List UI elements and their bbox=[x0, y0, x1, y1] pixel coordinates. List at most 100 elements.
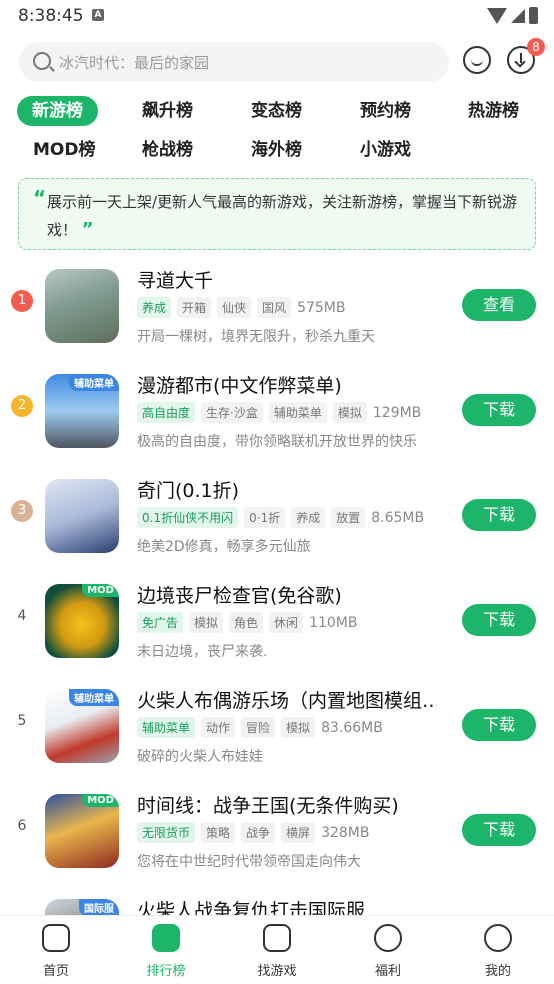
game-icon[interactable]: MOD bbox=[45, 584, 119, 658]
tab-new[interactable]: 新游榜 bbox=[17, 96, 98, 126]
game-tag: 无限货币 bbox=[137, 822, 196, 843]
game-tag: 辅助菜单 bbox=[137, 717, 196, 738]
nav-home[interactable]: 首页 bbox=[21, 924, 91, 979]
game-size: 129MB bbox=[372, 404, 422, 421]
game-title[interactable]: 边境丧尸检查官(免谷歌) bbox=[137, 581, 342, 608]
download-button[interactable]: 下载 bbox=[462, 499, 536, 531]
download-count-badge: 8 bbox=[527, 38, 545, 56]
tab-mini-games[interactable]: 小游戏 bbox=[360, 135, 411, 165]
download-button[interactable]: 下载 bbox=[462, 394, 536, 426]
nav-welfare[interactable]: 福利 bbox=[353, 924, 423, 979]
game-row[interactable]: 4 MOD 边境丧尸检查官(免谷歌) 免广告 模拟 角色 休闲 110MB 末日… bbox=[0, 575, 554, 679]
game-tag: 策略 bbox=[201, 822, 236, 843]
game-tag: 辅助菜单 bbox=[268, 402, 327, 423]
game-icon[interactable] bbox=[45, 269, 119, 343]
game-title[interactable]: 火柴人布偶游乐场（内置地图模组… bbox=[137, 686, 437, 713]
status-time: 8:38:45 bbox=[18, 6, 84, 26]
game-title[interactable]: 时间线：战争王国(无条件购买) bbox=[137, 791, 399, 818]
bottom-navigation: 首页 排行榜 找游戏 福利 我的 bbox=[0, 915, 554, 984]
open-quote-icon: “ bbox=[33, 186, 47, 210]
view-button[interactable]: 查看 bbox=[462, 289, 536, 321]
game-description: 绝美2D修真，畅享多元仙旅 bbox=[137, 539, 311, 555]
nav-label: 排行榜 bbox=[146, 964, 186, 979]
download-button[interactable]: 下载 bbox=[462, 709, 536, 741]
game-description: 开局一棵树，境界无限升，秒杀九重天 bbox=[137, 329, 375, 345]
game-tag: 战争 bbox=[241, 822, 276, 843]
game-description: 极高的自由度，带你领略联机开放世界的快乐 bbox=[137, 434, 417, 450]
game-row[interactable]: 1 寻道大千 养成 开箱 仙侠 国风 575MB 开局一棵树，境界无限升，秒杀九… bbox=[0, 260, 554, 364]
game-tag: 养成 bbox=[291, 507, 326, 528]
profile-icon bbox=[484, 924, 512, 952]
game-tag: 放置 bbox=[331, 507, 366, 528]
download-button[interactable]: 下载 bbox=[462, 604, 536, 636]
tab-hot[interactable]: 热游榜 bbox=[468, 96, 519, 126]
game-tag: 养成 bbox=[137, 297, 172, 318]
rank-badge: 2 bbox=[11, 395, 33, 417]
corner-label: 辅助菜单 bbox=[69, 374, 119, 391]
notification-a-icon: A bbox=[92, 9, 104, 21]
game-tag: 冒险 bbox=[241, 717, 276, 738]
game-tag: 仙侠 bbox=[217, 297, 252, 318]
game-size: 110MB bbox=[309, 614, 358, 631]
corner-label: 辅助菜单 bbox=[69, 689, 119, 706]
tab-shooter[interactable]: 枪战榜 bbox=[142, 135, 193, 165]
corner-label: MOD bbox=[82, 794, 119, 807]
nav-label: 找游戏 bbox=[257, 964, 297, 979]
search-input[interactable]: 冰汽时代：最后的家园 bbox=[19, 42, 449, 82]
rank-number: 4 bbox=[17, 608, 27, 624]
home-icon bbox=[42, 924, 70, 952]
game-tag: 动作 bbox=[201, 717, 236, 738]
game-icon[interactable]: 辅助菜单 bbox=[45, 374, 119, 448]
game-tag: 休闲 bbox=[269, 612, 304, 633]
nav-find-games[interactable]: 找游戏 bbox=[242, 924, 312, 979]
game-tag: 0.1折仙侠不用闪 bbox=[137, 507, 239, 528]
game-icon[interactable] bbox=[45, 479, 119, 553]
tab-overseas[interactable]: 海外榜 bbox=[251, 135, 302, 165]
tab-mod[interactable]: MOD榜 bbox=[33, 135, 95, 165]
corner-label: 国际服 bbox=[79, 899, 119, 916]
game-row[interactable]: 2 辅助菜单 漫游都市(中文作弊菜单) 高自由度 生存·沙盒 辅助菜单 模拟 1… bbox=[0, 365, 554, 469]
rank-badge: 1 bbox=[11, 290, 33, 312]
game-row[interactable]: 6 MOD 时间线：战争王国(无条件购买) 无限货币 策略 战争 横屏 328M… bbox=[0, 785, 554, 889]
rank-badge: 3 bbox=[11, 500, 33, 522]
wifi-icon bbox=[487, 7, 507, 24]
game-icon[interactable]: MOD bbox=[45, 794, 119, 868]
game-tag: 免广告 bbox=[137, 612, 184, 633]
ranking-icon bbox=[152, 924, 180, 952]
game-size: 8.65MB bbox=[371, 509, 425, 526]
game-tag: 模拟 bbox=[281, 717, 316, 738]
game-tag: 角色 bbox=[229, 612, 264, 633]
nav-profile[interactable]: 我的 bbox=[463, 924, 533, 979]
search-icon bbox=[33, 52, 51, 70]
game-title[interactable]: 奇门(0.1折) bbox=[137, 476, 239, 503]
notice-text: 展示前一天上架/更新人气最高的新游戏，关注新游榜，掌握当下新锐游戏！ bbox=[47, 193, 518, 239]
game-title[interactable]: 寻道大千 bbox=[137, 266, 213, 293]
message-button[interactable] bbox=[463, 46, 491, 74]
game-title[interactable]: 漫游都市(中文作弊菜单) bbox=[137, 371, 342, 398]
download-button[interactable]: 下载 bbox=[462, 814, 536, 846]
ranking-description: “ 展示前一天上架/更新人气最高的新游戏，关注新游榜，掌握当下新锐游戏！ ” bbox=[18, 178, 536, 250]
game-size: 328MB bbox=[321, 824, 370, 841]
tab-reserve[interactable]: 预约榜 bbox=[360, 96, 411, 126]
tab-rising[interactable]: 飙升榜 bbox=[142, 96, 193, 126]
close-quote-icon: ” bbox=[81, 219, 94, 240]
game-tag: 生存·沙盒 bbox=[201, 402, 263, 423]
game-row[interactable]: 3 奇门(0.1折) 0.1折仙侠不用闪 0·1折 养成 放置 8.65MB 绝… bbox=[0, 470, 554, 574]
game-tag: 开箱 bbox=[177, 297, 212, 318]
game-icon[interactable]: 辅助菜单 bbox=[45, 689, 119, 763]
rank-number: 6 bbox=[17, 818, 27, 834]
game-description: 末日边境，丧尸来袭. bbox=[137, 644, 268, 660]
status-bar: 8:38:45 A bbox=[0, 0, 554, 32]
game-size: 575MB bbox=[297, 299, 346, 316]
search-placeholder: 冰汽时代：最后的家园 bbox=[59, 54, 210, 72]
tab-mod-variant[interactable]: 变态榜 bbox=[251, 96, 302, 126]
nav-label: 首页 bbox=[42, 964, 69, 979]
game-tag: 模拟 bbox=[332, 402, 367, 423]
game-row[interactable]: 5 辅助菜单 火柴人布偶游乐场（内置地图模组… 辅助菜单 动作 冒险 模拟 83… bbox=[0, 680, 554, 784]
battery-icon bbox=[529, 7, 538, 24]
game-tag: 高自由度 bbox=[137, 402, 196, 423]
welfare-icon bbox=[374, 924, 402, 952]
game-description: 您将在中世纪时代带领帝国走向伟大 bbox=[137, 854, 361, 870]
game-tag: 横屏 bbox=[281, 822, 316, 843]
nav-ranking[interactable]: 排行榜 bbox=[131, 924, 201, 979]
